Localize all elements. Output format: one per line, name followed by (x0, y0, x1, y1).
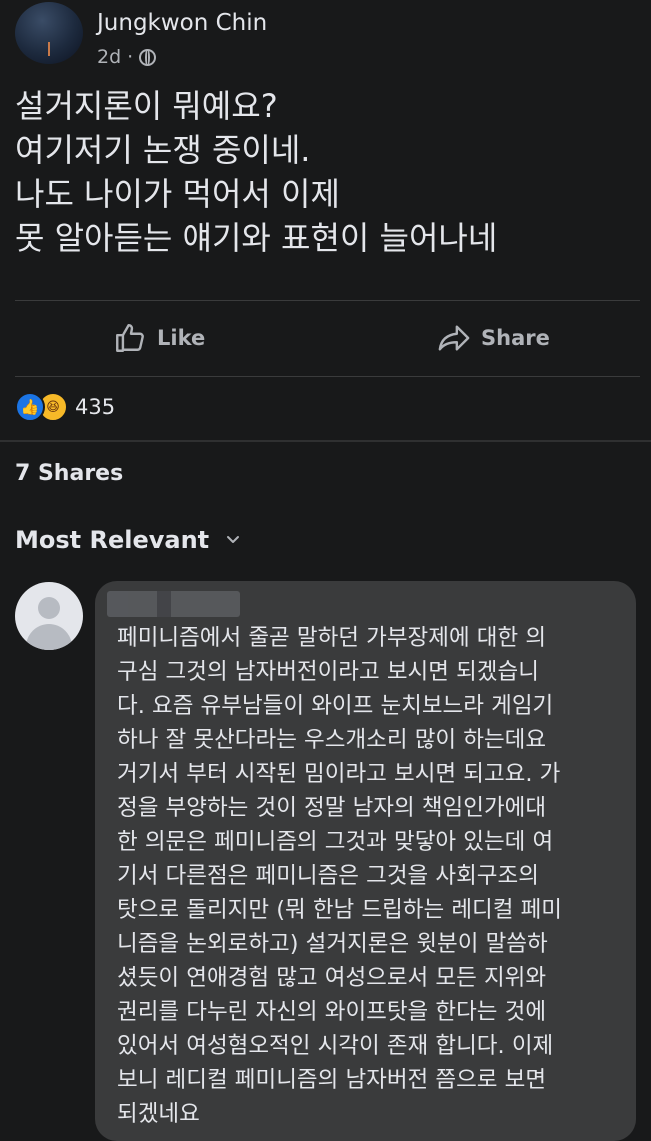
comment-line: 구심 그것의 남자버전이라고 보시면 되겠습니 (117, 659, 539, 685)
post-line: 설거지론이 뭐예요? (15, 87, 278, 125)
comment-line: 권리를 다누린 자신의 와이프탓을 한다는 것에 (117, 999, 547, 1025)
post-time[interactable]: 2d (97, 46, 121, 68)
comment-line: 기서 다른점은 페미니즘은 그것을 사회구조의 (117, 863, 539, 889)
chevron-down-icon (225, 531, 241, 550)
like-reaction-icon: 👍 (15, 392, 45, 422)
share-icon (438, 325, 470, 351)
comment-line: 하나 잘 못산다라는 우스개소리 많이 하는데요 (117, 727, 547, 753)
comment-line: 한 의문은 페미니즘의 그것과 맞닿아 있는데 여 (117, 829, 554, 855)
section-separator (0, 440, 651, 442)
comment-line: 보니 레디컬 페미니즘의 남자버전 쯤으로 보면 (117, 1067, 547, 1093)
thumbs-up-icon (116, 324, 144, 352)
divider (15, 376, 640, 377)
comment-line: 다. 요즘 유부남들이 와이프 눈치보느라 게임기 (117, 693, 554, 719)
like-label: Like (157, 326, 206, 350)
post-line: 못 알아듣는 얘기와 표현이 늘어나네 (15, 219, 498, 257)
comment-line: 거기서 부터 시작된 밈이라고 보시면 되고요. 가 (117, 761, 561, 787)
reactions-summary[interactable]: 👍 😆 435 (15, 392, 115, 422)
share-button[interactable]: Share (437, 318, 550, 358)
post-meta: 2d · (97, 46, 157, 68)
sort-label: Most Relevant (15, 526, 210, 554)
author-name[interactable]: Jungkwon Chin (97, 10, 267, 36)
globe-icon (139, 48, 157, 66)
post-line: 여기저기 논쟁 중이네. (15, 131, 311, 169)
divider (15, 300, 640, 301)
post-line: 나도 나이가 먹어서 이제 (15, 175, 340, 213)
comment-line: 있어서 여성혐오적인 시각이 존재 합니다. 이제 (117, 1033, 554, 1059)
comment-line: 되겠네요 (117, 1101, 200, 1127)
commenter-name-redacted[interactable] (107, 591, 240, 617)
comment-line: 니즘을 논외로하고) 설거지론은 윗분이 말씀하 (117, 931, 548, 957)
comment-text: 페미니즘에서 줄곧 말하던 가부장제에 대한 의 구심 그것의 남자버전이라고 … (117, 621, 627, 1131)
comment-line: 페미니즘에서 줄곧 말하던 가부장제에 대한 의 (117, 625, 547, 651)
share-label: Share (481, 326, 550, 350)
author-avatar[interactable] (15, 2, 83, 64)
comment-line: 탓으로 돌리지만 (뭐 한남 드립하는 레디컬 페미 (117, 897, 562, 923)
like-button[interactable]: Like (113, 318, 205, 358)
comment-sort-dropdown[interactable]: Most Relevant (15, 526, 241, 554)
shares-count[interactable]: 7 Shares (15, 461, 123, 486)
comment-line: 정을 부양하는 것이 정말 남자의 책임인가에대 (117, 795, 547, 821)
reaction-count: 435 (75, 395, 116, 419)
meta-dot: · (127, 46, 134, 68)
post-text: 설거지론이 뭐예요? 여기저기 논쟁 중이네. 나도 나이가 먹어서 이제 못 … (15, 84, 645, 260)
commenter-avatar[interactable] (15, 582, 83, 650)
comment-line: 셨듯이 연애경험 많고 여성으로서 모든 지위와 (117, 965, 547, 991)
